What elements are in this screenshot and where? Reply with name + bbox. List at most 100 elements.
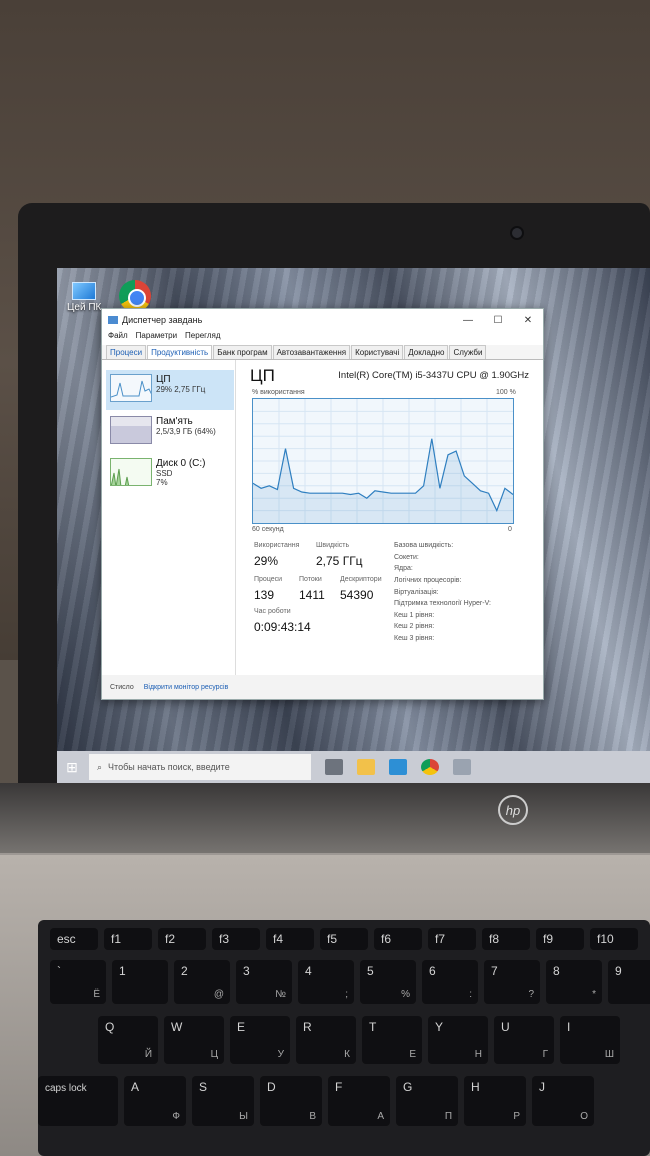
key[interactable]: UГ <box>494 1016 554 1064</box>
key[interactable]: RК <box>296 1016 356 1064</box>
tab-details[interactable]: Докладно <box>404 345 449 359</box>
sidebar-disk-name: Диск 0 (C:) <box>156 458 206 469</box>
key[interactable]: 7? <box>484 960 540 1004</box>
sidebar-item-disk[interactable]: Диск 0 (C:) SSD 7% <box>106 454 234 494</box>
maximize-button[interactable]: ☐ <box>483 315 513 326</box>
menu-view[interactable]: Перегляд <box>185 331 221 345</box>
taskbar-search[interactable]: ⌕ Чтобы начать поиск, введите <box>89 754 311 780</box>
key-label: R <box>303 1020 312 1034</box>
key-cyrillic-label: Ф <box>172 1111 180 1122</box>
menu-options[interactable]: Параметри <box>136 331 177 345</box>
tab-app-history[interactable]: Банк програм <box>213 345 272 359</box>
sidebar-memory-name: Пам'ять <box>156 416 193 427</box>
tab-processes[interactable]: Процеси <box>106 345 147 359</box>
key-cyrillic-label: * <box>592 989 596 1000</box>
cpu-usage-graph <box>252 398 514 524</box>
sidebar-item-cpu[interactable]: ЦП 29% 2,75 ГГц <box>106 370 234 410</box>
key[interactable]: DВ <box>260 1076 322 1126</box>
key-cyrillic-label: О <box>580 1111 588 1122</box>
key-cyrillic-label: Ё <box>93 989 100 1000</box>
key[interactable]: IШ <box>560 1016 620 1064</box>
graph-label: % використання <box>252 389 305 396</box>
key[interactable]: SЫ <box>192 1076 254 1126</box>
memory-thumbnail <box>110 416 152 444</box>
key-label: G <box>403 1080 413 1094</box>
sidebar-cpu-detail: 29% 2,75 ГГц <box>156 385 206 394</box>
tab-startup[interactable]: Автозавантаження <box>272 345 351 359</box>
store-icon[interactable] <box>389 759 407 775</box>
sidebar-cpu-name: ЦП <box>156 374 171 385</box>
key[interactable]: HР <box>464 1076 526 1126</box>
taskbar: ⊞ ⌕ Чтобы начать поиск, введите <box>57 751 650 783</box>
key[interactable]: EУ <box>230 1016 290 1064</box>
key[interactable]: 5% <box>360 960 416 1004</box>
title-bar[interactable]: Диспетчер завдань — ☐ ✕ <box>102 309 543 331</box>
key[interactable]: JО <box>532 1076 594 1126</box>
fewer-details-button[interactable]: Стисло <box>110 684 134 691</box>
key[interactable]: f4 <box>266 928 314 950</box>
key-label: D <box>267 1080 276 1094</box>
key[interactable]: WЦ <box>164 1016 224 1064</box>
cpu-usage-chart <box>252 399 514 523</box>
file-explorer-icon[interactable] <box>357 759 375 775</box>
key-cyrillic-label: % <box>401 989 410 1000</box>
key[interactable]: f2 <box>158 928 206 950</box>
key[interactable]: 3 № <box>236 960 292 1004</box>
key[interactable]: TЕ <box>362 1016 422 1064</box>
chrome-taskbar-icon[interactable] <box>421 759 439 775</box>
task-manager-taskbar-icon[interactable] <box>453 759 471 775</box>
key[interactable]: AФ <box>124 1076 186 1126</box>
key-label: I <box>567 1020 571 1034</box>
key[interactable]: 8 * <box>546 960 602 1004</box>
threads-value: 1411 <box>299 588 325 602</box>
key[interactable]: f1 <box>104 928 152 950</box>
tab-users[interactable]: Користувачі <box>351 345 404 359</box>
start-button[interactable]: ⊞ <box>57 751 87 783</box>
tab-services[interactable]: Служби <box>449 345 487 359</box>
key[interactable]: 6: <box>422 960 478 1004</box>
key[interactable]: f6 <box>374 928 422 950</box>
key-label: f1 <box>111 932 122 946</box>
task-view-icon[interactable] <box>325 759 343 775</box>
key-label: S <box>199 1080 208 1094</box>
key[interactable]: 4; <box>298 960 354 1004</box>
cpu-detail-panel: ЦП Intel(R) Core(TM) i5-3437U CPU @ 1.90… <box>244 360 543 675</box>
key[interactable]: f10 <box>590 928 638 950</box>
key[interactable]: f8 <box>482 928 530 950</box>
key[interactable]: 1 <box>112 960 168 1004</box>
tab-performance[interactable]: Продуктивність <box>147 345 213 359</box>
tab-bar: Процеси Продуктивність Банк програм Авто… <box>102 345 543 360</box>
key[interactable]: f5 <box>320 928 368 950</box>
caps-lock-key[interactable]: caps lock <box>38 1076 118 1126</box>
key[interactable]: QЙ <box>98 1016 158 1064</box>
sidebar-item-memory[interactable]: Пам'ять 2,5/3,9 ГБ (64%) <box>106 412 234 452</box>
usage-value: 29% <box>254 554 279 568</box>
key[interactable]: YН <box>428 1016 488 1064</box>
close-button[interactable]: ✕ <box>513 315 543 326</box>
key[interactable]: f3 <box>212 928 260 950</box>
menu-file[interactable]: Файл <box>108 331 128 345</box>
key-label: esc <box>57 932 76 946</box>
key-label: T <box>369 1020 377 1034</box>
key[interactable]: f7 <box>428 928 476 950</box>
resource-monitor-link[interactable]: Відкрити монітор ресурсів <box>144 684 229 691</box>
cores-label: Ядра: <box>394 565 413 572</box>
key[interactable]: 9( <box>608 960 650 1004</box>
key[interactable]: f9 <box>536 928 584 950</box>
key[interactable]: GП <box>396 1076 458 1126</box>
logical-processors-label: Логічних процесорів: <box>394 577 462 584</box>
cpu-thumbnail <box>110 374 152 402</box>
key-cyrillic-label: Ц <box>210 1049 218 1060</box>
task-manager-window: Диспетчер завдань — ☐ ✕ Файл Параметри П… <box>101 308 544 700</box>
cpu-title: ЦП <box>250 366 275 385</box>
desktop-icon-this-pc[interactable]: Цей ПК <box>67 282 101 313</box>
key-cyrillic-label: @ <box>213 989 224 1000</box>
key[interactable]: ` Ё <box>50 960 106 1004</box>
l3-cache-label: Кеш 3 рівня: <box>394 635 435 642</box>
minimize-button[interactable]: — <box>453 315 483 326</box>
key[interactable]: FА <box>328 1076 390 1126</box>
key[interactable]: esc <box>50 928 98 950</box>
key-label: f9 <box>543 932 554 946</box>
key-cyrillic-label: Ш <box>604 1049 614 1060</box>
key[interactable]: 2 @ <box>174 960 230 1004</box>
